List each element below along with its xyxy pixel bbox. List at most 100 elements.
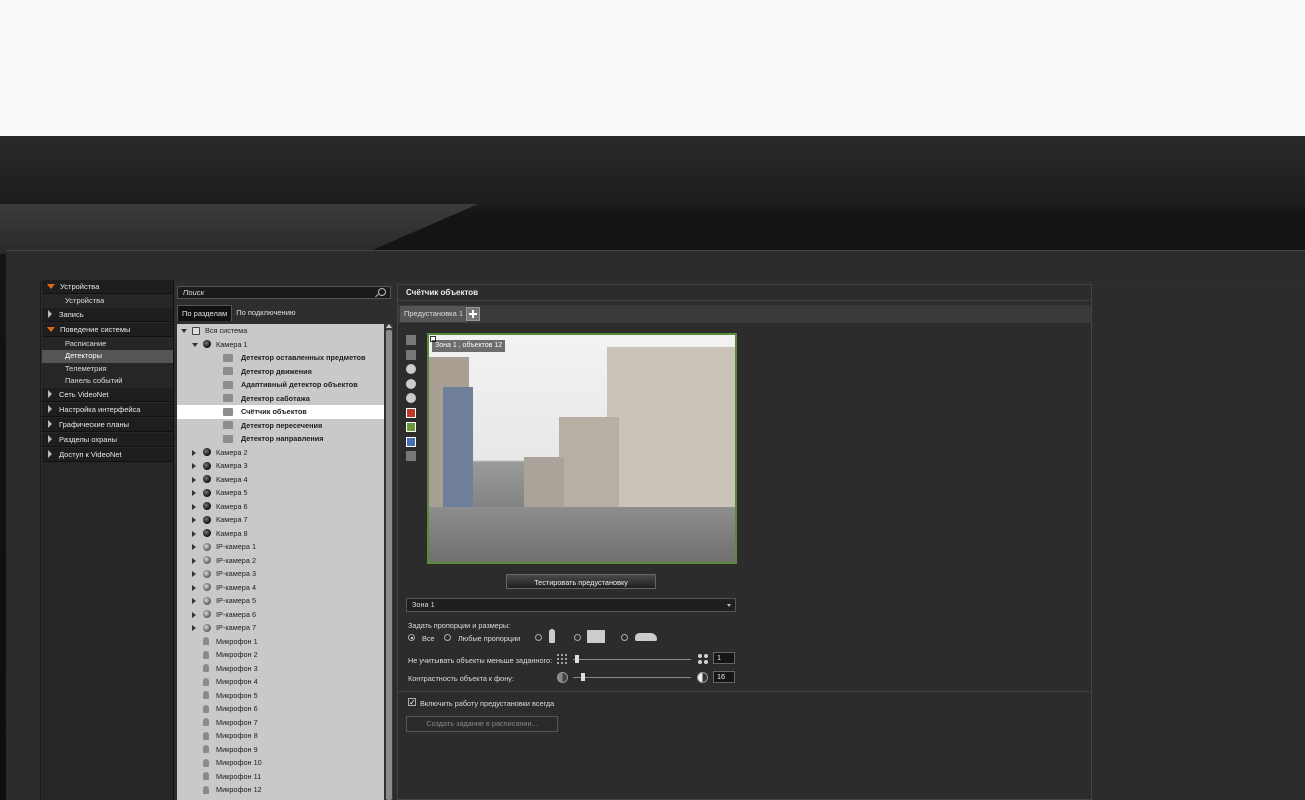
tree-item[interactable]: IP-камера 3 xyxy=(177,567,384,581)
radio-all[interactable] xyxy=(408,634,415,641)
nav-item[interactable]: Панель событий xyxy=(42,375,173,388)
nav-item[interactable]: Расписание xyxy=(42,338,173,351)
tree-item[interactable]: Микрофон 2 xyxy=(177,648,384,662)
nav-group[interactable]: Доступ к VideoNet xyxy=(42,447,173,462)
tree-item[interactable]: IP-камера 6 xyxy=(177,608,384,622)
nav-item[interactable]: Устройства xyxy=(42,295,173,308)
tab-by-sections[interactable]: По разделам xyxy=(177,305,233,321)
chevron-right-icon[interactable] xyxy=(192,571,196,577)
radio-any-proportions[interactable] xyxy=(444,634,451,641)
tree-item[interactable]: Детектор пересечения xyxy=(177,419,384,433)
tree-item[interactable]: Микрофон 3 xyxy=(177,662,384,676)
chevron-down-icon[interactable] xyxy=(181,329,187,333)
search-icon[interactable] xyxy=(378,288,386,296)
tree-item[interactable]: Микрофон 5 xyxy=(177,689,384,703)
chevron-right-icon[interactable] xyxy=(192,490,196,496)
tree-item[interactable]: Детектор оставленных предметов xyxy=(177,351,384,365)
nav-group[interactable]: Сеть VideoNet xyxy=(42,387,173,402)
scrollbar-thumb[interactable] xyxy=(386,330,392,800)
tree-item[interactable]: Микрофон 12 xyxy=(177,783,384,797)
tree-item[interactable]: IP-камера 2 xyxy=(177,554,384,568)
nav-group[interactable]: Настройка интерфейса xyxy=(42,402,173,417)
contrast-field[interactable]: 16 xyxy=(713,671,735,683)
tree-item[interactable]: IP-камера 4 xyxy=(177,581,384,595)
add-preset-icon[interactable] xyxy=(466,307,480,321)
tree-item[interactable]: Камера 1 xyxy=(177,338,384,352)
chevron-right-icon[interactable] xyxy=(192,598,196,604)
chevron-right-icon[interactable] xyxy=(192,584,196,591)
radio-person[interactable] xyxy=(535,634,542,641)
image-icon[interactable] xyxy=(406,451,416,461)
tree-item[interactable]: Микрофон 4 xyxy=(177,675,384,689)
chevron-right-icon[interactable] xyxy=(192,544,196,550)
tab-by-connection[interactable]: По подключению xyxy=(232,305,299,321)
tree-item[interactable]: Камера 5 xyxy=(177,486,384,500)
radio-truck[interactable] xyxy=(574,634,581,641)
tree-item[interactable]: Микрофон 9 xyxy=(177,743,384,757)
tree-item[interactable]: Камера 8 xyxy=(177,527,384,541)
tree-item[interactable]: IP-камера 5 xyxy=(177,594,384,608)
always-checkbox[interactable]: ✓ xyxy=(408,698,416,707)
create-schedule-button[interactable]: Создать задание в расписании... xyxy=(406,716,558,732)
search-input[interactable]: Поиск xyxy=(177,286,391,299)
tree-item[interactable]: Камера 6 xyxy=(177,500,384,514)
slider-thumb[interactable] xyxy=(581,673,585,681)
chevron-right-icon[interactable] xyxy=(192,476,196,483)
tree-item[interactable]: IP-камера 7 xyxy=(177,621,384,635)
chevron-right-icon[interactable] xyxy=(192,557,196,564)
chevron-right-icon[interactable] xyxy=(192,611,196,618)
contrast-label: Контрастность объекта к фону: xyxy=(408,674,514,683)
select-tool-icon[interactable] xyxy=(406,335,416,345)
chevron-right-icon[interactable] xyxy=(192,463,196,469)
circle-tool-icon[interactable] xyxy=(406,378,416,389)
preset-tab[interactable]: Предустановка 1 xyxy=(400,306,468,322)
tree-item[interactable]: Детектор движения xyxy=(177,365,384,379)
tree-item[interactable]: Детектор направления xyxy=(177,432,384,446)
chevron-down-icon[interactable] xyxy=(192,342,198,347)
tree-item[interactable]: Микрофон 6 xyxy=(177,702,384,716)
zone-select[interactable]: Зона 1 xyxy=(406,598,736,612)
tree-item[interactable]: Детектор саботажа xyxy=(177,392,384,406)
chevron-right-icon[interactable] xyxy=(192,517,196,523)
green-zone-icon[interactable] xyxy=(406,422,416,432)
tree-item[interactable]: Микрофон 10 xyxy=(177,756,384,770)
nav-item[interactable]: Телеметрия xyxy=(42,363,173,376)
nav-group[interactable]: Поведение системы xyxy=(42,322,173,337)
tree-item[interactable]: Камера 2 xyxy=(177,446,384,460)
tree-item[interactable]: Микрофон 8 xyxy=(177,729,384,743)
tree-item[interactable]: Адаптивный детектор объектов xyxy=(177,378,384,392)
radio-car[interactable] xyxy=(621,634,628,641)
chevron-right-icon[interactable] xyxy=(192,625,196,631)
chevron-right-icon[interactable] xyxy=(192,449,196,456)
min-size-field[interactable]: 1 xyxy=(713,652,735,664)
tree-item[interactable]: IP-камера 1 xyxy=(177,540,384,554)
move-tool-icon[interactable] xyxy=(406,349,416,360)
tree-item[interactable]: Камера 7 xyxy=(177,513,384,527)
tree-item[interactable]: Микрофон 7 xyxy=(177,716,384,730)
min-size-slider[interactable] xyxy=(573,655,691,663)
scroll-up-icon[interactable] xyxy=(386,324,392,328)
camera-preview[interactable]: Зона 1 , объектов 12 xyxy=(427,333,737,564)
tree-item[interactable]: Вся система xyxy=(177,324,384,338)
tree-item[interactable]: Камера 3 xyxy=(177,459,384,473)
chevron-right-icon[interactable] xyxy=(192,530,196,537)
nav-group[interactable]: Графические планы xyxy=(42,417,173,432)
nav-item[interactable]: Детекторы xyxy=(42,350,173,363)
nav-group[interactable]: Запись xyxy=(42,307,173,322)
tree-item[interactable]: Микрофон 11 xyxy=(177,770,384,784)
rotate-icon[interactable] xyxy=(406,364,416,374)
blue-zone-icon[interactable] xyxy=(406,436,416,447)
tree-item[interactable]: Микрофон 1 xyxy=(177,635,384,649)
nav-group[interactable]: Устройства xyxy=(42,280,173,294)
tree-scrollbar[interactable] xyxy=(385,324,393,800)
truck-icon xyxy=(587,630,605,643)
test-preset-button[interactable]: Тестировать предустановку xyxy=(506,574,656,589)
red-zone-icon[interactable] xyxy=(406,407,416,418)
chevron-right-icon[interactable] xyxy=(192,503,196,510)
slider-thumb[interactable] xyxy=(575,655,579,663)
tree-item[interactable]: Счётчик объектов xyxy=(177,405,384,419)
tree-item[interactable]: Камера 4 xyxy=(177,473,384,487)
contrast-slider[interactable] xyxy=(573,673,691,681)
ellipse-tool-icon[interactable] xyxy=(406,393,416,403)
nav-group[interactable]: Разделы охраны xyxy=(42,432,173,447)
